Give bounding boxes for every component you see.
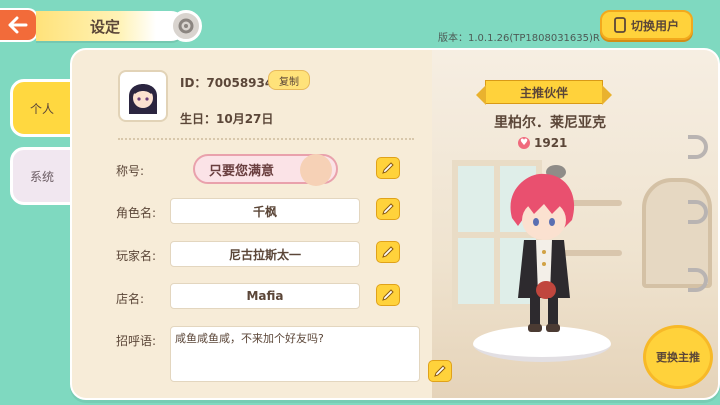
shop-name-label: 店名: (116, 292, 145, 306)
birthday-text: 生日：10月27日 (180, 112, 274, 126)
edit-title-button[interactable] (376, 157, 400, 179)
pencil-icon (382, 289, 394, 301)
back-button[interactable] (0, 8, 38, 42)
pencil-icon (382, 162, 394, 174)
divider (118, 138, 414, 140)
greeting-field: 咸鱼咸鱼咸，不来加个好友吗? (170, 326, 420, 382)
affection-display: ♥ 1921 (518, 136, 567, 150)
shop-name-field: Mafia (170, 283, 360, 309)
pencil-icon (382, 246, 394, 258)
title-label: 称号: (116, 164, 145, 178)
gear-icon (170, 10, 202, 42)
partner-ribbon: 主推伙伴 (476, 80, 612, 105)
tab-system[interactable]: 系统 (10, 147, 74, 205)
character-name-label: 角色名: (116, 206, 157, 220)
title-badge-text: 只要您满意 (209, 163, 275, 179)
partner-name: 里柏尔．莱尼亚克 (494, 115, 606, 131)
switch-user-label: 切换用户 (630, 18, 679, 33)
switch-user-button[interactable]: 切换用户 (600, 10, 693, 40)
player-name-label: 玩家名: (116, 249, 157, 263)
partner-character[interactable] (500, 158, 584, 342)
phone-icon (614, 17, 626, 33)
player-name-field: 尼古拉斯太一 (170, 241, 360, 267)
heart-icon: ♥ (518, 137, 530, 149)
pencil-icon (382, 203, 394, 215)
edit-player-name-button[interactable] (376, 241, 400, 263)
version-text: 版本：1.0.1.26(TP1808031635)R (438, 33, 600, 44)
pencil-icon (434, 365, 446, 377)
affection-value: 1921 (534, 136, 568, 150)
avatar[interactable] (118, 70, 168, 122)
player-id: ID：70058934 (180, 76, 274, 90)
tab-personal[interactable]: 个人 (10, 79, 74, 137)
character-name-field: 千枫 (170, 198, 360, 224)
title-badge[interactable]: 只要您满意 (193, 154, 338, 186)
back-arrow-icon (8, 16, 28, 34)
change-partner-button[interactable]: 更换主推 (643, 325, 713, 389)
edit-shop-name-button[interactable] (376, 284, 400, 306)
badge-girl-icon (300, 154, 332, 186)
greeting-label: 招呼语: (116, 334, 157, 348)
page-title: 设定 (90, 18, 121, 36)
copy-button[interactable]: 复制 (268, 70, 310, 90)
edit-character-name-button[interactable] (376, 198, 400, 220)
edit-greeting-button[interactable] (428, 360, 452, 382)
